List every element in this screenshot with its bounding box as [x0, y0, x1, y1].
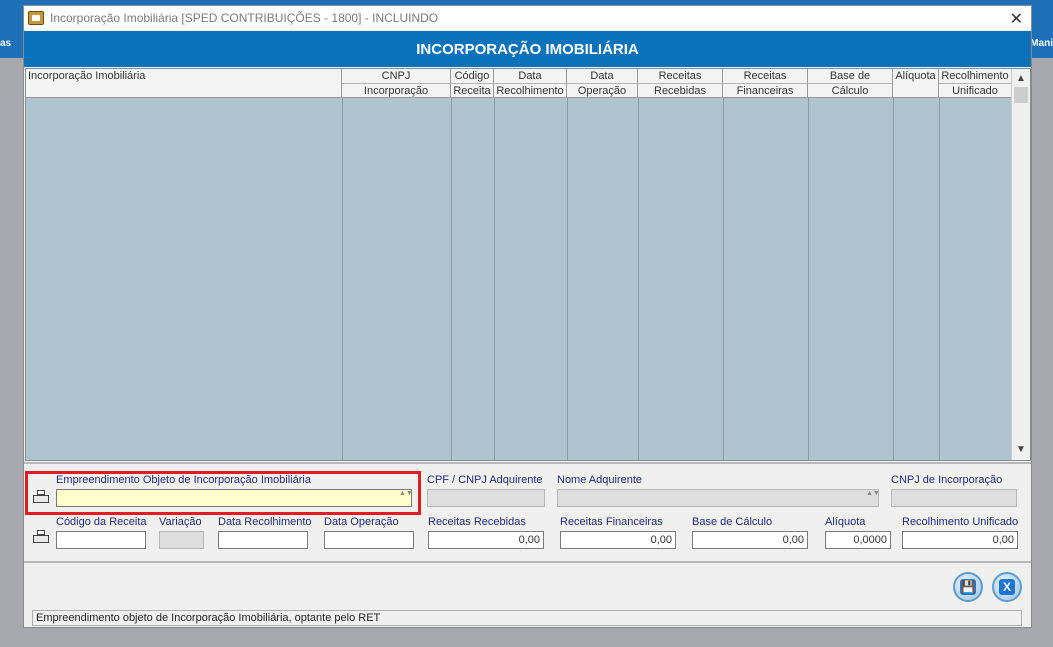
- data-recolhimento-input[interactable]: [218, 531, 308, 549]
- base-calculo-label: Base de Cálculo: [692, 516, 773, 528]
- data-recolhimento-label: Data Recolhimento: [218, 516, 312, 528]
- scroll-thumb[interactable]: [1014, 87, 1028, 103]
- data-operacao-label: Data Operação: [324, 516, 399, 528]
- base-calculo-input[interactable]: 0,00: [692, 531, 808, 549]
- cancel-button[interactable]: X: [992, 572, 1022, 602]
- receitas-recebidas-label: Receitas Recebidas: [428, 516, 526, 528]
- column-divider: [451, 98, 452, 460]
- title-bar: Incorporação Imobiliária [SPED CONTRIBUI…: [24, 6, 1031, 30]
- aliquota-label: Alíquota: [825, 516, 866, 528]
- cpf-cnpj-adquirente-label: CPF / CNPJ Adquirente: [427, 474, 543, 486]
- spinner-icon[interactable]: ▲▼: [399, 490, 413, 506]
- recolhimento-unificado-input[interactable]: 0,00: [902, 531, 1018, 549]
- codigo-receita-label: Código da Receita: [56, 516, 147, 528]
- column-divider: [893, 98, 894, 460]
- cnpj-incorporacao-input[interactable]: [891, 489, 1017, 507]
- cnpj-incorporacao-label: CNPJ de Incorporação: [891, 474, 1003, 486]
- status-bar: Empreendimento objeto de Incorporação Im…: [32, 610, 1022, 626]
- column-divider: [723, 98, 724, 460]
- column-header-codigo-receita[interactable]: Código Receita: [451, 69, 494, 98]
- empreendimento-label: Empreendimento Objeto de Incorporação Im…: [56, 474, 311, 486]
- printer-icon[interactable]: [33, 490, 49, 504]
- scroll-down-icon[interactable]: ▼: [1012, 442, 1030, 458]
- data-operacao-input[interactable]: [324, 531, 414, 549]
- grid-vertical-scrollbar[interactable]: ▲ ▼: [1011, 69, 1030, 460]
- column-divider: [494, 98, 495, 460]
- variacao-label: Variação: [159, 516, 202, 528]
- column-header-data-recolhimento[interactable]: Data Recolhimento: [494, 69, 567, 98]
- background-right-label: Mani: [1030, 38, 1053, 49]
- close-icon[interactable]: ✕: [1010, 9, 1023, 29]
- aliquota-input[interactable]: 0,0000: [825, 531, 891, 549]
- dialog-window: Incorporação Imobiliária [SPED CONTRIBUI…: [23, 5, 1032, 628]
- nome-adquirente-label: Nome Adquirente: [557, 474, 642, 486]
- receitas-financeiras-label: Receitas Financeiras: [560, 516, 663, 528]
- empreendimento-input[interactable]: ▲▼: [56, 489, 413, 507]
- column-divider: [567, 98, 568, 460]
- app-icon: [28, 11, 44, 25]
- column-divider: [342, 98, 343, 460]
- column-header-base-calculo[interactable]: Base de Cálculo: [808, 69, 893, 98]
- column-header-aliquota[interactable]: Alíquota: [893, 69, 939, 98]
- codigo-receita-input[interactable]: [56, 531, 146, 549]
- grid-header: Incorporação Imobiliária CNPJ Incorporaçã…: [26, 69, 1012, 98]
- receitas-financeiras-input[interactable]: 0,00: [560, 531, 676, 549]
- column-divider: [939, 98, 940, 460]
- printer-icon[interactable]: [33, 530, 49, 544]
- column-divider: [808, 98, 809, 460]
- save-icon: 💾: [960, 579, 976, 595]
- column-divider: [638, 98, 639, 460]
- column-header-receitas-financeiras[interactable]: Receitas Financeiras: [723, 69, 808, 98]
- background-left-label: as: [0, 38, 12, 49]
- footer-divider: [24, 561, 1031, 563]
- recolhimento-unificado-label: Recolhimento Unificado: [902, 516, 1019, 528]
- nome-adquirente-input[interactable]: ▲▼: [557, 489, 880, 507]
- variacao-input[interactable]: [159, 531, 204, 549]
- column-header-incorporacao[interactable]: Incorporação Imobiliária: [26, 69, 342, 98]
- scroll-up-icon[interactable]: ▲: [1012, 71, 1030, 87]
- column-header-recolhimento-unificado[interactable]: Recolhimento Unificado: [939, 69, 1012, 98]
- window-title: Incorporação Imobiliária [SPED CONTRIBUI…: [50, 11, 439, 25]
- close-icon: X: [999, 579, 1015, 595]
- spinner-icon[interactable]: ▲▼: [866, 490, 880, 506]
- column-header-cnpj[interactable]: CNPJ Incorporação: [342, 69, 451, 98]
- receitas-recebidas-input[interactable]: 0,00: [428, 531, 544, 549]
- column-header-receitas-recebidas[interactable]: Receitas Recebidas: [638, 69, 723, 98]
- cpf-cnpj-adquirente-input[interactable]: [427, 489, 545, 507]
- data-grid[interactable]: Incorporação Imobiliária CNPJ Incorporaçã…: [25, 68, 1031, 461]
- page-banner: INCORPORAÇÃO IMOBILIÁRIA: [24, 31, 1031, 67]
- column-header-data-operacao[interactable]: Data Operação: [567, 69, 638, 98]
- save-button[interactable]: 💾: [953, 572, 983, 602]
